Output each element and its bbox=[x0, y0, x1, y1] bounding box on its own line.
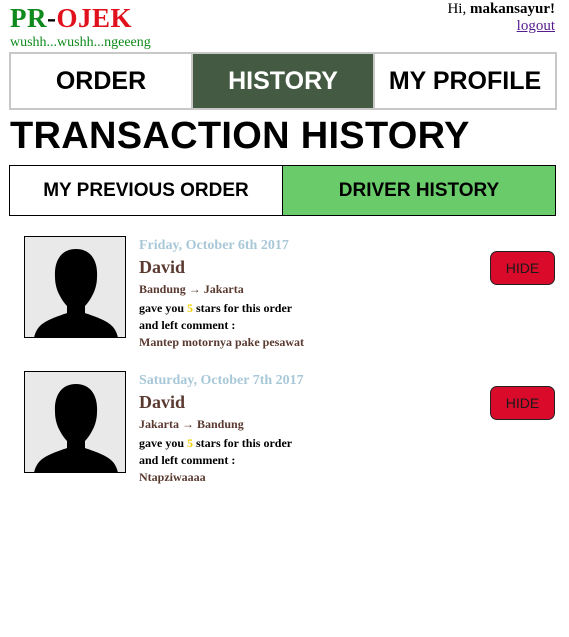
order-rating: gave you 5 stars for this order bbox=[139, 300, 304, 317]
rating-suffix: stars for this order bbox=[193, 436, 293, 450]
history-subtabs: MY PREVIOUS ORDER DRIVER HISTORY bbox=[9, 165, 556, 216]
subtab-driver-history[interactable]: DRIVER HISTORY bbox=[283, 166, 555, 215]
order-rating: gave you 5 stars for this order bbox=[139, 435, 304, 452]
brand-logo-pr: PR bbox=[10, 3, 47, 33]
page-title: TRANSACTION HISTORY bbox=[10, 115, 470, 157]
order-date: Saturday, October 7th 2017 bbox=[139, 373, 304, 388]
rating-prefix: gave you bbox=[139, 436, 187, 450]
rating-prefix: gave you bbox=[139, 301, 187, 315]
order-route: Jakarta → Bandung bbox=[139, 417, 244, 431]
order-comment: Mantep motornya pake pesawat bbox=[139, 335, 304, 349]
tab-order[interactable]: ORDER bbox=[11, 54, 193, 108]
greeting-suffix: ! bbox=[550, 1, 555, 17]
brand-logo: PR-OJEK bbox=[10, 2, 132, 34]
history-item-info: Friday, October 6th 2017 David Bandung →… bbox=[139, 237, 304, 351]
person-silhouette-icon bbox=[25, 372, 125, 472]
hide-button[interactable]: HIDE bbox=[490, 251, 555, 285]
subtab-my-previous-order[interactable]: MY PREVIOUS ORDER bbox=[10, 166, 283, 215]
order-comment: Ntapziwaaaa bbox=[139, 470, 206, 484]
user-name: David bbox=[139, 392, 186, 412]
user-name: David bbox=[139, 257, 186, 277]
user-greeting: Hi, makansayur! bbox=[447, 1, 555, 18]
brand-logo-ojek: OJEK bbox=[56, 3, 133, 33]
tab-my-profile[interactable]: MY PROFILE bbox=[375, 54, 555, 108]
brand-logo-dash: - bbox=[47, 3, 57, 33]
main-nav: ORDER HISTORY MY PROFILE bbox=[9, 52, 557, 110]
history-item: Friday, October 6th 2017 David Bandung →… bbox=[24, 236, 557, 356]
history-item-info: Saturday, October 7th 2017 David Jakarta… bbox=[139, 372, 304, 486]
comment-label: and left comment : bbox=[139, 453, 236, 467]
order-date: Friday, October 6th 2017 bbox=[139, 238, 289, 253]
logout-link[interactable]: logout bbox=[517, 18, 555, 35]
brand-tagline: wushh...wushh...ngeeeng bbox=[10, 35, 151, 50]
order-route: Bandung → Jakarta bbox=[139, 282, 244, 296]
hide-button[interactable]: HIDE bbox=[490, 386, 555, 420]
user-avatar bbox=[24, 371, 126, 473]
tab-history[interactable]: HISTORY bbox=[193, 54, 375, 108]
history-item: Saturday, October 7th 2017 David Jakarta… bbox=[24, 371, 557, 491]
greeting-prefix: Hi, bbox=[447, 1, 470, 17]
person-silhouette-icon bbox=[25, 237, 125, 337]
rating-suffix: stars for this order bbox=[193, 301, 293, 315]
comment-label: and left comment : bbox=[139, 318, 236, 332]
user-avatar bbox=[24, 236, 126, 338]
username: makansayur bbox=[469, 1, 550, 17]
